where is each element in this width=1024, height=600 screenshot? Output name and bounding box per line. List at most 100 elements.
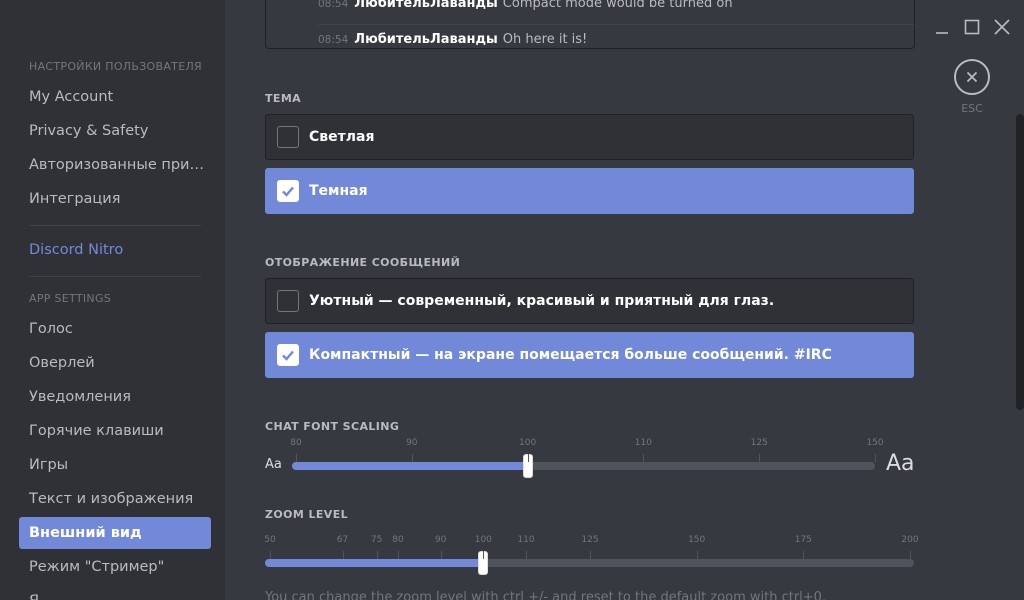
sidebar-item-discord-nitro[interactable]: Discord Nitro — [19, 234, 211, 266]
tick-mark — [643, 454, 645, 462]
tick-label: 80 — [290, 438, 302, 448]
sidebar-separator — [29, 225, 201, 226]
tick-label: 125 — [581, 535, 599, 545]
tick-label: 100 — [474, 535, 492, 545]
tick-mark — [440, 551, 442, 559]
close-icon — [994, 19, 1010, 35]
tick-label: 75 — [370, 535, 383, 545]
zoom-tick-labels: 50 67 75 80 90 100 110 125 150 175 200 — [264, 535, 918, 549]
sidebar-item-authorized-apps[interactable]: Авторизованные прил... — [19, 149, 211, 181]
tick-label: 90 — [434, 535, 447, 545]
maximize-icon — [964, 19, 980, 35]
theme-option-dark[interactable]: Темная — [265, 168, 914, 214]
message-display-option-compact[interactable]: Компактный — на экране помещается больше… — [265, 332, 914, 378]
message-timestamp: 08:54 — [318, 0, 349, 10]
tick-label: 50 — [264, 535, 276, 545]
sidebar-item-games[interactable]: Игры — [19, 449, 211, 481]
tick-label: 80 — [392, 535, 404, 545]
message-display-section-title: ОТОБРАЖЕНИЕ СООБЩЕНИЙ — [265, 256, 461, 269]
close-icon — [966, 71, 978, 83]
app-settings-header: APP SETTINGS — [29, 292, 112, 305]
tick-label: 150 — [866, 438, 884, 448]
preview-message: 08:54 ЛюбительЛаванды Oh here it is! — [318, 32, 587, 47]
message-display-option-label: Уютный — современный, красивый и приятны… — [309, 293, 775, 309]
checkbox[interactable] — [277, 344, 299, 366]
sidebar-item-my-account[interactable]: My Account — [19, 81, 211, 113]
message-display-option-label: Компактный — на экране помещается больше… — [309, 347, 832, 363]
message-author: ЛюбительЛаванды — [354, 0, 498, 11]
appearance-settings-content: 08:54 ЛюбительЛаванды Compact mode would b… — [225, 0, 1024, 600]
close-window-button[interactable] — [991, 16, 1013, 38]
font-scale-slider[interactable] — [292, 454, 876, 478]
tick-mark — [296, 454, 297, 462]
sidebar-item-appearance[interactable]: Внешний вид — [19, 517, 211, 549]
tick-mark — [526, 551, 527, 559]
tick-mark — [696, 551, 698, 559]
chat-font-scaling-title: CHAT FONT SCALING — [265, 420, 400, 433]
message-text: Compact mode would be turned on — [502, 0, 733, 11]
minimize-button[interactable] — [931, 16, 953, 38]
tick-mark — [342, 551, 344, 559]
theme-option-light[interactable]: Светлая — [265, 114, 914, 160]
message-text: Oh here it is! — [502, 32, 588, 47]
tick-mark — [376, 551, 378, 559]
maximize-button[interactable] — [961, 16, 983, 38]
sidebar-item-notifications[interactable]: Уведомления — [19, 381, 211, 413]
minimize-icon — [936, 32, 948, 34]
close-settings-button[interactable] — [954, 59, 990, 95]
zoom-level-note: You can change the zoom level with ctrl … — [265, 590, 827, 600]
tick-mark — [590, 551, 591, 559]
sidebar-item-overlay[interactable]: Оверлей — [19, 347, 211, 379]
theme-option-label: Светлая — [309, 129, 375, 145]
sidebar-separator — [29, 276, 201, 277]
tick-label: 200 — [901, 535, 919, 545]
message-preview: 08:54 ЛюбительЛаванды Compact mode would b… — [265, 0, 915, 49]
checkmark-icon — [282, 186, 294, 197]
sidebar-item-keybinds[interactable]: Горячие клавиши — [19, 415, 211, 447]
sidebar-item-language[interactable]: Я... — [19, 585, 211, 600]
sidebar-item-voice[interactable]: Голос — [19, 313, 211, 345]
tick-mark — [910, 551, 911, 559]
checkbox[interactable] — [277, 180, 299, 202]
sidebar-item-text-images[interactable]: Текст и изображения — [19, 483, 211, 515]
tick-label: 125 — [750, 438, 768, 448]
tick-label: 90 — [406, 438, 418, 448]
tick-label: 110 — [517, 535, 535, 545]
user-settings-header: НАСТРОЙКИ ПОЛЬЗОВАТЕЛЯ — [29, 60, 202, 73]
esc-label: ESC — [961, 102, 983, 115]
zoom-level-slider[interactable] — [265, 551, 914, 575]
checkbox[interactable] — [277, 126, 299, 148]
tick-mark — [875, 454, 876, 462]
tick-label: 67 — [336, 535, 349, 545]
tick-mark — [270, 551, 271, 559]
tick-mark — [483, 551, 485, 559]
content-scrollbar[interactable] — [1016, 114, 1024, 410]
zoom-level-title: ZOOM LEVEL — [265, 508, 349, 521]
message-timestamp: 08:54 — [318, 34, 349, 46]
tick-label: 150 — [688, 535, 706, 545]
font-scale-tick-labels: 80 90 100 110 125 150 — [290, 438, 883, 452]
tick-label: 110 — [634, 438, 652, 448]
tick-mark — [398, 551, 399, 559]
sidebar-item-integrations[interactable]: Интеграция — [19, 183, 211, 215]
sidebar-item-privacy-safety[interactable]: Privacy & Safety — [19, 115, 211, 147]
zoom-level-slider-fill — [265, 559, 484, 567]
tick-mark — [803, 551, 805, 559]
tick-mark — [759, 454, 761, 462]
tick-label: 100 — [519, 438, 537, 448]
message-display-option-cozy[interactable]: Уютный — современный, красивый и приятны… — [265, 278, 914, 324]
theme-option-label: Темная — [309, 183, 368, 199]
message-author: ЛюбительЛаванды — [354, 32, 498, 47]
tick-label: 175 — [794, 535, 812, 545]
checkmark-icon — [282, 350, 294, 361]
theme-section-title: ТЕМА — [265, 92, 302, 105]
tick-mark — [527, 454, 529, 462]
preview-message: 08:54 ЛюбительЛаванды Compact mode would b… — [318, 0, 733, 11]
font-scale-small-label: Aa — [265, 457, 282, 472]
font-scale-slider-fill — [292, 462, 528, 470]
font-scale-large-label: Aa — [886, 451, 915, 476]
settings-sidebar: НАСТРОЙКИ ПОЛЬЗОВАТЕЛЯ My Account Privac… — [0, 0, 225, 600]
checkbox[interactable] — [277, 290, 299, 312]
sidebar-item-streamer-mode[interactable]: Режим "Стример" — [19, 551, 211, 583]
tick-mark — [411, 454, 413, 462]
